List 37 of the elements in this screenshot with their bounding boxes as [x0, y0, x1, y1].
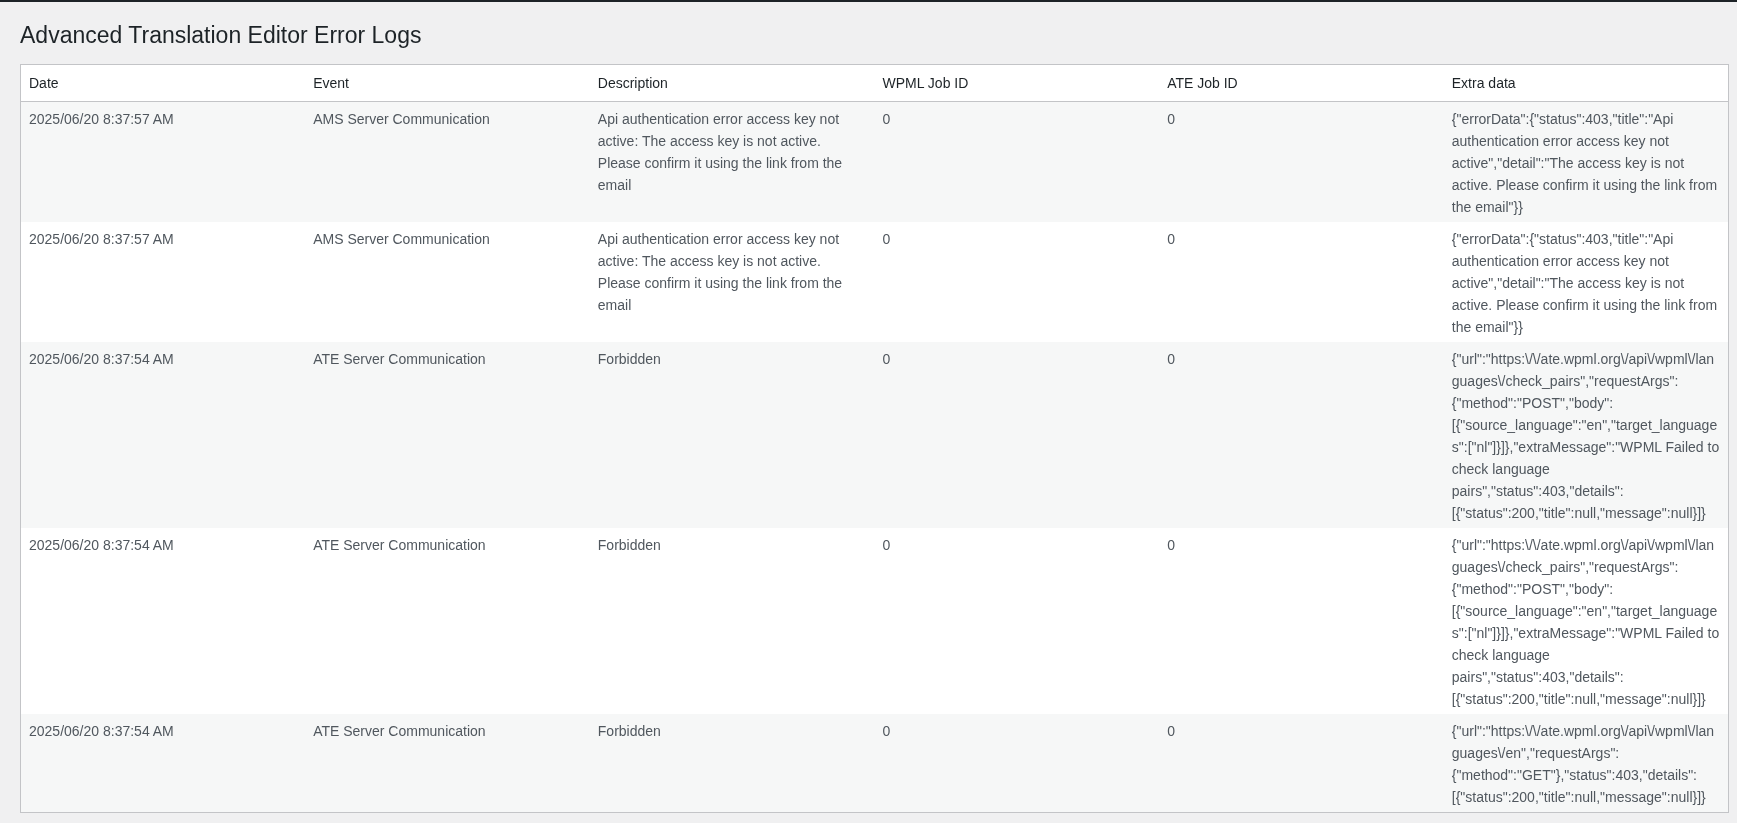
column-header: WPML Job ID [874, 64, 1160, 102]
table-cell: 0 [1159, 101, 1444, 222]
table-cell: 0 [1159, 528, 1444, 714]
table-cell: ATE Server Communication [305, 714, 590, 813]
table-cell: 2025/06/20 8:37:57 AM [20, 222, 306, 342]
table-cell: Forbidden [589, 342, 875, 528]
table-cell: 2025/06/20 8:37:54 AM [20, 342, 306, 528]
table-cell: 2025/06/20 8:37:57 AM [20, 101, 306, 222]
table-cell: ATE Server Communication [305, 342, 590, 528]
table-cell: Forbidden [589, 714, 875, 813]
table-cell: 0 [1159, 222, 1444, 342]
column-header: ATE Job ID [1159, 64, 1444, 102]
table-cell: 0 [874, 342, 1160, 528]
table-cell: 2025/06/20 8:37:54 AM [20, 528, 306, 714]
column-header: Date [20, 64, 306, 102]
table-cell: 2025/06/20 8:37:54 AM [20, 714, 306, 813]
table-cell: AMS Server Communication [305, 101, 590, 222]
table-cell: Forbidden [589, 528, 875, 714]
page-title: Advanced Translation Editor Error Logs [20, 21, 423, 50]
column-header: Event [305, 64, 590, 102]
column-header: Extra data [1443, 64, 1729, 102]
table-cell: 0 [874, 101, 1160, 222]
table-cell: {"url":"https:\/\/ate.wpml.org\/api\/wpml\/languages\/en","requestArgs":{"method":"GET"},"status":403,"details":[{"status":200,"title":null,"message":null}]} [1443, 714, 1729, 813]
table-cell: AMS Server Communication [305, 222, 590, 342]
table-cell: Api authentication error access key not active: The access key is not active. Please confirm it using the link from the email [589, 222, 875, 342]
table-cell: 0 [874, 714, 1160, 813]
table-cell: ATE Server Communication [305, 528, 590, 714]
table-cell: 0 [874, 222, 1160, 342]
table-cell: 0 [1159, 714, 1444, 813]
table-cell: {"errorData":{"status":403,"title":"Api authentication error access key not active","detail":"The access key is not active. Please confirm it using the link from the email"}} [1443, 222, 1729, 342]
table-cell: 0 [874, 528, 1160, 714]
table-cell: Api authentication error access key not active: The access key is not active. Please confirm it using the link from the email [589, 101, 875, 222]
table-cell: {"errorData":{"status":403,"title":"Api authentication error access key not active","detail":"The access key is not active. Please confirm it using the link from the email"}} [1443, 101, 1729, 222]
table-cell: {"url":"https:\/\/ate.wpml.org\/api\/wpml\/languages\/check_pairs","requestArgs":{"method":"POST","body":[{"source_language":"en","target_languages":["nl"]}]},"extraMessage":"WPML Failed to check language pairs","status":403,"details":[{"status":200,"title":null,"message":null}]} [1443, 528, 1729, 714]
table-cell: {"url":"https:\/\/ate.wpml.org\/api\/wpml\/languages\/check_pairs","requestArgs":{"method":"POST","body":[{"source_language":"en","target_languages":["nl"]}]},"extraMessage":"WPML Failed to check language pairs","status":403,"details":[{"status":200,"title":null,"message":null}]} [1443, 342, 1729, 528]
column-header: Description [589, 64, 875, 102]
table-cell: 0 [1159, 342, 1444, 528]
